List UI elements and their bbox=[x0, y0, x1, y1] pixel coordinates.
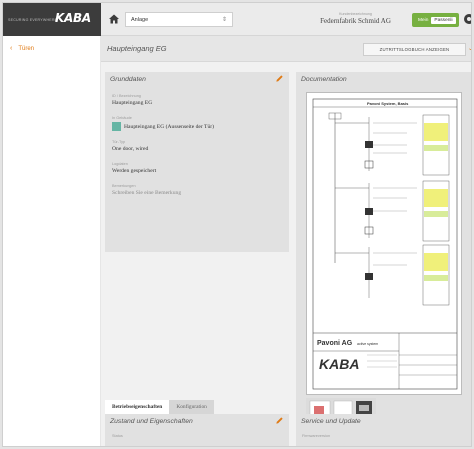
back-link-label: Türen bbox=[18, 45, 35, 52]
field-id-label: ID / Bezeichnung bbox=[112, 94, 141, 98]
documentation-title: Documentation bbox=[301, 75, 347, 83]
field-building: In Gebäude Haupteingang EG (Aussenseite … bbox=[112, 116, 214, 131]
brand-area: SECURING EVERYWHERE KABA bbox=[3, 3, 101, 36]
customer-name: Federnfabrik Schmid AG bbox=[320, 17, 391, 25]
field-logdata: Logdaten Werden gespeichert bbox=[112, 162, 156, 174]
brand-tagline: SECURING EVERYWHERE bbox=[8, 18, 58, 22]
field-door-type-value: One door, wired bbox=[112, 146, 149, 152]
page-header: Haupteingang EG ZUTRITTSLOGBUCH ANZEIGEN… bbox=[101, 36, 471, 62]
user-name: Passenli bbox=[431, 16, 456, 24]
field-remarks: Bemerkungen Schreiben Sie eine Bemerkung bbox=[112, 184, 181, 196]
tab-operating-properties[interactable]: Betriebseigenschaften bbox=[105, 400, 170, 414]
settings-button[interactable] bbox=[463, 13, 471, 25]
field-logdata-label: Logdaten bbox=[112, 162, 128, 166]
service-update-title: Service und Update bbox=[301, 417, 361, 425]
status-label: Status bbox=[112, 434, 123, 438]
documentation-card: Documentation Pavoni System, Basis Pavon… bbox=[296, 72, 471, 432]
toolbar: Anlage ⇕ Kundenbezeichnung Federnfabrik … bbox=[101, 3, 471, 36]
wiring-diagram-drawing: Pavoni System, Basis Pavoni AG active sy… bbox=[312, 98, 458, 390]
top-bar: SECURING EVERYWHERE KABA Anlage ⇕ Kunden… bbox=[3, 3, 471, 36]
access-log-button[interactable]: ZUTRITTSLOGBUCH ANZEIGEN bbox=[363, 43, 466, 56]
component-color-swatch bbox=[112, 122, 121, 131]
main-content: Haupteingang EG ZUTRITTSLOGBUCH ANZEIGEN… bbox=[101, 36, 471, 446]
tab-configuration[interactable]: Konfiguration bbox=[169, 400, 214, 414]
wiring-diagram[interactable]: Pavoni System, Basis Pavoni AG active sy… bbox=[306, 92, 462, 395]
user-label: Mein bbox=[418, 17, 429, 23]
grunddaten-card: Grunddaten ID / Bezeichnung Haupteingang… bbox=[105, 72, 289, 252]
plant-select[interactable]: Anlage ⇕ bbox=[125, 12, 233, 27]
chevron-left-icon: ‹ bbox=[10, 45, 13, 52]
sheet-company: Pavoni AG bbox=[317, 340, 353, 347]
tab-bar: Betriebseigenschaften Konfiguration bbox=[105, 400, 214, 414]
kaba-logo[interactable]: KABA bbox=[55, 11, 91, 25]
field-door-type-label: Tür-Typ bbox=[112, 140, 126, 144]
sheet-company-suffix: active system bbox=[357, 342, 378, 346]
customer-info: Kundenbezeichnung Federnfabrik Schmid AG bbox=[313, 12, 398, 25]
pencil-icon[interactable] bbox=[275, 74, 284, 83]
sheet-logo: KABA bbox=[319, 356, 359, 372]
field-building-label: In Gebäude bbox=[112, 116, 132, 120]
app-window: SECURING EVERYWHERE KABA Anlage ⇕ Kunden… bbox=[2, 2, 472, 447]
field-id: ID / Bezeichnung Haupteingang EG bbox=[112, 94, 152, 106]
status-properties-card: Zustand und Eigenschaften Status bbox=[105, 414, 289, 446]
home-button[interactable] bbox=[107, 12, 121, 26]
chevron-down-icon[interactable]: ⌄ bbox=[468, 45, 471, 52]
pencil-icon[interactable] bbox=[275, 416, 284, 425]
user-button[interactable]: Mein Passenli bbox=[412, 13, 459, 27]
gear-icon bbox=[464, 14, 471, 24]
field-remarks-value[interactable]: Schreiben Sie eine Bemerkung bbox=[112, 190, 181, 196]
firmware-label: Firmwareversion bbox=[302, 434, 331, 438]
sheet-heading: Pavoni System, Basis bbox=[367, 101, 409, 106]
customer-label: Kundenbezeichnung bbox=[339, 12, 372, 16]
updown-icon: ⇕ bbox=[221, 17, 227, 23]
status-properties-title: Zustand und Eigenschaften bbox=[110, 417, 193, 425]
component-link[interactable]: Haupteingang EG (Aussenseite der Tür) bbox=[112, 122, 214, 131]
home-icon bbox=[109, 14, 119, 24]
page-title: Haupteingang EG bbox=[107, 44, 167, 53]
field-remarks-label: Bemerkungen bbox=[112, 184, 136, 188]
field-building-value: Haupteingang EG (Aussenseite der Tür) bbox=[124, 123, 214, 130]
field-door-type: Tür-Typ One door, wired bbox=[112, 140, 148, 152]
back-link[interactable]: ‹ Türen bbox=[10, 45, 34, 52]
field-logdata-value: Werden gespeichert bbox=[112, 168, 157, 174]
grunddaten-title: Grunddaten bbox=[110, 75, 146, 83]
service-update-card: Service und Update Firmwareversion bbox=[296, 414, 471, 446]
plant-select-value: Anlage bbox=[131, 16, 149, 23]
field-id-value: Haupteingang EG bbox=[112, 100, 153, 106]
left-nav: ‹ Türen bbox=[3, 36, 101, 446]
